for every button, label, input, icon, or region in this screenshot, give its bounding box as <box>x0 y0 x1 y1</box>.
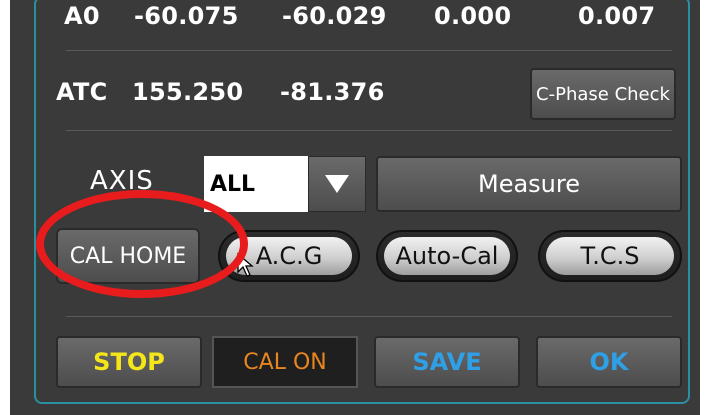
save-label: SAVE <box>412 348 482 376</box>
measure-label: Measure <box>478 170 580 198</box>
stop-label: STOP <box>93 348 165 376</box>
a0-row: A0 -60.075 -60.029 0.000 0.007 <box>36 2 688 38</box>
axis-label: AXIS <box>90 166 154 196</box>
atc-label: ATC <box>56 78 108 106</box>
divider <box>66 50 672 51</box>
axis-dropdown-toggle[interactable] <box>308 156 366 212</box>
stop-button[interactable]: STOP <box>56 336 202 388</box>
divider <box>66 316 672 317</box>
panel-frame: A0 -60.075 -60.029 0.000 0.007 ATC 155.2… <box>34 0 690 404</box>
a0-value-1: -60.075 <box>134 2 239 30</box>
atc-value-1: 155.250 <box>132 78 244 106</box>
calibration-panel: A0 -60.075 -60.029 0.000 0.007 ATC 155.2… <box>10 0 700 415</box>
c-phase-check-button[interactable]: C-Phase Check <box>530 68 676 120</box>
mouse-pointer-icon <box>237 252 254 277</box>
save-button[interactable]: SAVE <box>374 336 520 388</box>
cal-home-label: CAL HOME <box>69 243 187 269</box>
divider <box>66 130 672 131</box>
a0-value-3: 0.000 <box>434 2 512 30</box>
a0-label: A0 <box>64 2 100 30</box>
cal-on-indicator[interactable]: CAL ON <box>212 336 358 388</box>
auto-cal-label: Auto-Cal <box>395 242 499 270</box>
cal-on-label: CAL ON <box>243 349 327 375</box>
a0-value-2: -60.029 <box>282 2 387 30</box>
auto-cal-button[interactable]: Auto-Cal <box>376 230 518 282</box>
c-phase-check-label: C-Phase Check <box>536 83 670 105</box>
tcs-button[interactable]: T.C.S <box>538 230 682 282</box>
measure-button[interactable]: Measure <box>376 156 682 212</box>
axis-selected-value: ALL <box>210 171 256 197</box>
axis-select[interactable]: ALL <box>204 156 308 212</box>
ok-button[interactable]: OK <box>536 336 682 388</box>
tcs-label: T.C.S <box>580 242 640 270</box>
triangle-down-icon <box>325 175 349 193</box>
acg-label: A.C.G <box>255 242 323 270</box>
a0-value-4: 0.007 <box>578 2 656 30</box>
cal-home-button[interactable]: CAL HOME <box>56 228 200 284</box>
ok-label: OK <box>589 348 629 376</box>
atc-value-2: -81.376 <box>280 78 385 106</box>
